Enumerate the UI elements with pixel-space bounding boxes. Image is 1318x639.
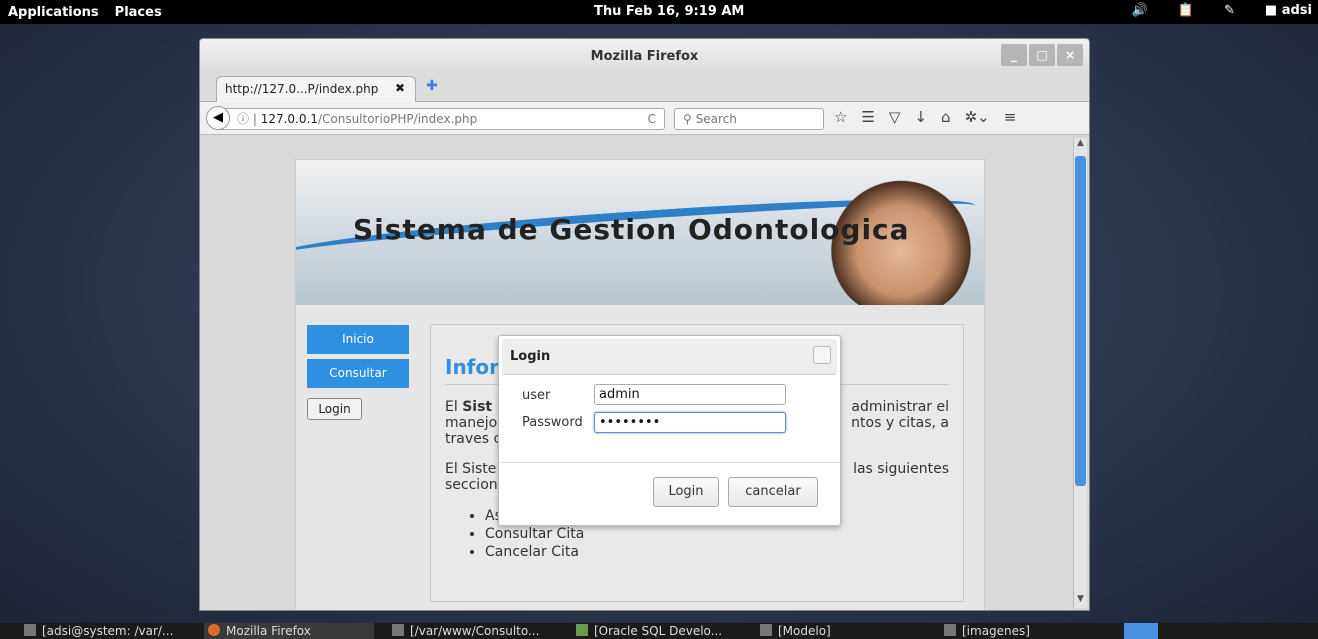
reload-icon[interactable]: C (648, 109, 656, 129)
search-icon: ⚲ (683, 112, 696, 126)
banner: Sistema de Gestion Odontologica (296, 160, 984, 305)
taskbar-label: [Oracle SQL Develo... (594, 624, 723, 638)
toolbar-icons: ☆ ☰ ▽ ↓ ⌂ ✲⌄ ≡ (834, 108, 1016, 126)
clock[interactable]: Thu Feb 16, 9:19 AM (594, 4, 744, 19)
vertical-scrollbar[interactable]: ▲ ▼ (1073, 138, 1087, 608)
para1-a: El (445, 399, 463, 415)
maximize-button[interactable]: □ (1029, 44, 1055, 66)
firefox-icon (208, 624, 220, 636)
folder-icon (944, 624, 956, 636)
dialog-titlebar[interactable]: Login (502, 339, 837, 375)
user-label: user (522, 388, 551, 403)
search-placeholder: Search (695, 112, 737, 126)
scroll-up-icon[interactable]: ▲ (1074, 138, 1087, 152)
home-icon[interactable]: ⌂ (941, 108, 951, 126)
download-icon[interactable]: ↓ (914, 108, 927, 126)
dialog-divider (499, 462, 840, 463)
cancel-button[interactable]: cancelar (728, 477, 818, 507)
list-item: Cancelar Cita (485, 543, 949, 561)
dialog-close-button[interactable] (813, 346, 831, 364)
scroll-down-icon[interactable]: ▼ (1074, 594, 1087, 608)
taskbar-label: [imagenes] (962, 624, 1030, 638)
pocket-icon[interactable]: ▽ (889, 108, 901, 126)
dialog-title: Login (510, 349, 551, 364)
folder-icon (760, 624, 772, 636)
taskbar-item-terminal[interactable]: [adsi@system: /var/... (20, 623, 190, 639)
taskbar-label: Mozilla Firefox (226, 624, 311, 638)
login-button[interactable]: Login (653, 477, 719, 507)
user-label: adsi (1281, 3, 1312, 18)
workspace-indicator[interactable] (1124, 623, 1158, 639)
para1-line2-left: manejo (445, 415, 498, 431)
taskbar-label: [Modelo] (778, 624, 831, 638)
window-controls: _ □ × (1001, 44, 1083, 66)
search-input[interactable]: ⚲ Search (674, 108, 824, 130)
tab-index[interactable]: http://127.0...P/index.php ✖ (216, 76, 416, 103)
url-path: /ConsultorioPHP/index.php (317, 112, 478, 126)
back-button[interactable]: ◀ (206, 106, 230, 130)
clipboard-icon[interactable]: 📋 (1178, 3, 1194, 18)
taskbar-item-modelo[interactable]: [Modelo] (756, 623, 926, 639)
user-input[interactable] (594, 384, 786, 405)
terminal-icon (24, 624, 36, 636)
system-tray: 🔊 📋 ✎ ■ adsi (1132, 3, 1312, 18)
top-panel: Applications Places Thu Feb 16, 9:19 AM … (0, 0, 1318, 24)
bookmark-star-icon[interactable]: ☆ (834, 108, 847, 126)
list-item: Consultar Cita (485, 525, 949, 543)
taskbar-item-oracle[interactable]: [Oracle SQL Develo... (572, 623, 742, 639)
tab-title: http://127.0...P/index.php (225, 82, 379, 96)
menu-consultar[interactable]: Consultar (307, 359, 409, 388)
password-label: Password (522, 415, 583, 430)
minimize-button[interactable]: _ (1001, 44, 1027, 66)
reading-list-icon[interactable]: ☰ (861, 108, 874, 126)
para1-b: Sist (462, 399, 493, 415)
notes-icon[interactable]: ✎ (1224, 3, 1235, 18)
tab-bar: http://127.0...P/index.php ✖ ✚ (200, 72, 1089, 103)
taskbar-item-files[interactable]: [/var/www/Consulto... (388, 623, 558, 639)
para1-line2-right: ntos y citas, a (851, 415, 949, 431)
tab-close-icon[interactable]: ✖ (395, 81, 405, 95)
window-titlebar[interactable]: Mozilla Firefox _ □ × (200, 39, 1089, 72)
oracle-icon (576, 624, 588, 636)
url-bar[interactable]: ⓘ | 127.0.0.1/ConsultorioPHP/index.php C (220, 108, 665, 130)
extensions-icon[interactable]: ✲⌄ (965, 108, 990, 126)
para1-right: administrar el (851, 399, 949, 415)
places-menu[interactable]: Places (107, 5, 170, 20)
para2-line1-right: las siguientes (853, 461, 949, 477)
banner-title: Sistema de Gestion Odontologica (353, 213, 910, 246)
hamburger-menu-icon[interactable]: ≡ (1004, 108, 1017, 126)
para2-line1-left: El Siste (445, 461, 497, 477)
nav-bar: ⓘ | 127.0.0.1/ConsultorioPHP/index.php C… (200, 102, 1089, 135)
menu-inicio[interactable]: Inicio (307, 325, 409, 354)
close-button[interactable]: × (1057, 44, 1083, 66)
login-dialog: Login user Password Login cancelar (498, 335, 841, 526)
taskbar-label: [/var/www/Consulto... (410, 624, 540, 638)
window-title: Mozilla Firefox (590, 49, 699, 64)
volume-icon[interactable]: 🔊 (1132, 3, 1148, 18)
applications-menu[interactable]: Applications (0, 5, 107, 20)
user-menu[interactable]: ■ adsi (1265, 3, 1312, 18)
para1-line3: traves c (445, 431, 502, 447)
taskbar-label: [adsi@system: /var/... (42, 624, 174, 638)
password-input[interactable] (594, 412, 786, 433)
scrollbar-thumb[interactable] (1075, 156, 1086, 486)
para2-line2: seccion (445, 477, 498, 493)
info-icon[interactable]: ⓘ | (237, 112, 261, 126)
file-icon (392, 624, 404, 636)
taskbar-item-imagenes[interactable]: [imagenes] (940, 623, 1110, 639)
url-host: 127.0.0.1 (260, 112, 318, 126)
taskbar-item-firefox[interactable]: Mozilla Firefox (204, 623, 374, 639)
new-tab-icon[interactable]: ✚ (426, 78, 438, 94)
menu-login-button[interactable]: Login (307, 398, 362, 420)
taskbar: [adsi@system: /var/... Mozilla Firefox [… (0, 623, 1318, 639)
